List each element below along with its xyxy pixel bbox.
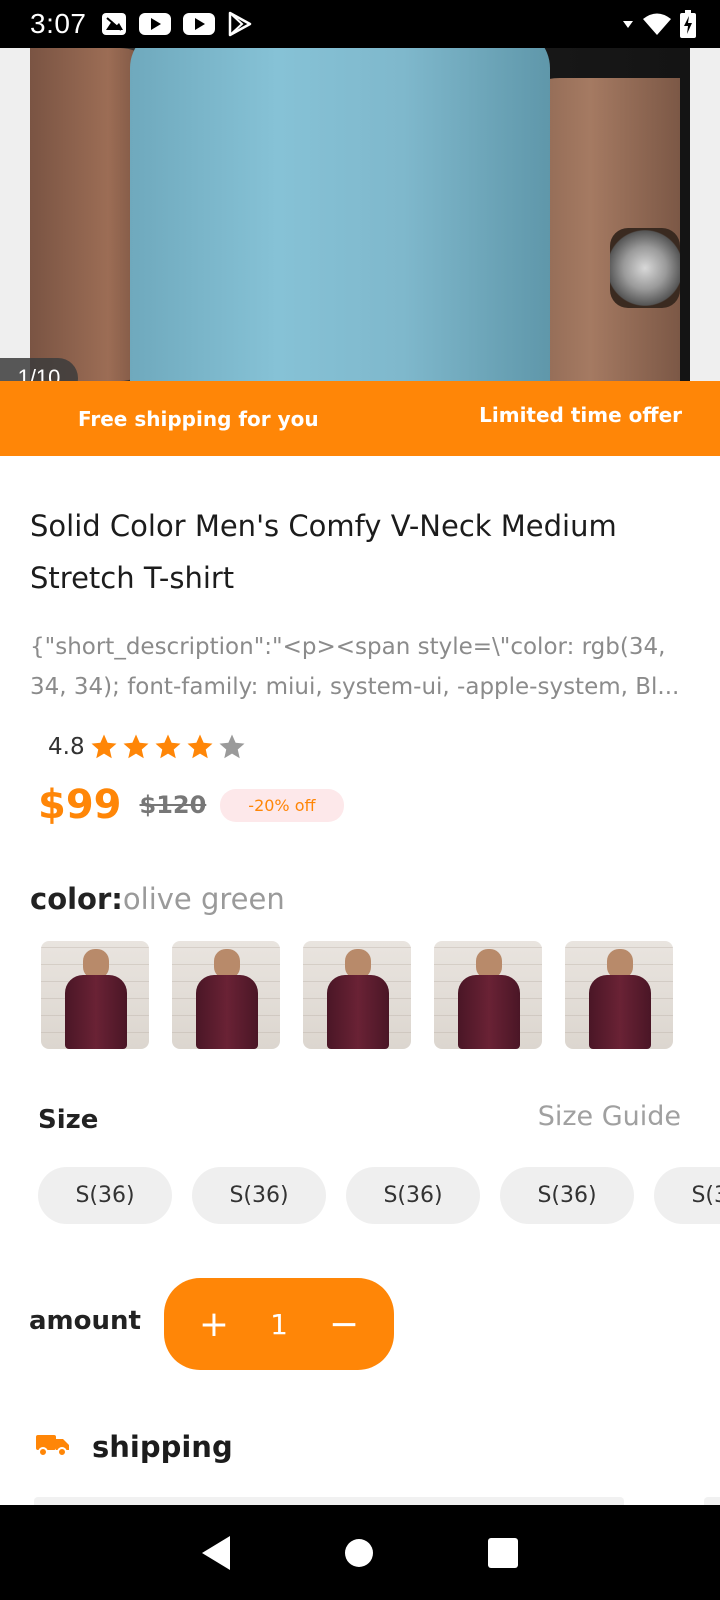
description-line-2: 34, 34); font-family: miui, system-ui, -…: [30, 674, 680, 700]
color-swatch[interactable]: [303, 941, 411, 1049]
gallery-icon: [101, 12, 127, 36]
battery-charging-icon: [680, 10, 696, 38]
product-description: {"short_description":"<p><span style=\"c…: [30, 627, 720, 709]
back-icon[interactable]: [202, 1535, 230, 1570]
promo-free-shipping: Free shipping for you: [78, 407, 319, 431]
star-filled-icon: [89, 732, 119, 762]
color-selector-label: color:olive green: [30, 882, 285, 916]
system-icons: [622, 10, 696, 38]
rating-value: 4.8: [48, 734, 85, 760]
home-icon[interactable]: [345, 1538, 373, 1567]
play-store-icon: [227, 11, 253, 37]
star-filled-icon: [185, 732, 215, 762]
product-rating: 4.8: [48, 732, 249, 762]
photo-shirt: [130, 48, 550, 381]
color-swatch[interactable]: [172, 941, 280, 1049]
promo-limited-offer: Limited time offer: [479, 403, 682, 427]
next-card-edge: [704, 1497, 720, 1505]
color-swatch[interactable]: [41, 941, 149, 1049]
size-option[interactable]: S(36): [192, 1167, 326, 1224]
clock: 3:07: [30, 8, 87, 39]
product-photo: [30, 48, 690, 381]
size-option[interactable]: S(36): [654, 1167, 720, 1224]
shipping-card-edge: [34, 1497, 624, 1505]
truck-icon: [36, 1432, 70, 1462]
size-option[interactable]: S(36): [500, 1167, 634, 1224]
shipping-section[interactable]: shipping: [36, 1430, 233, 1464]
original-price: $120: [139, 791, 207, 819]
recent-apps-icon[interactable]: [488, 1537, 518, 1568]
current-price: $99: [38, 782, 122, 828]
color-label-text: color:: [30, 882, 123, 916]
star-filled-icon: [153, 732, 183, 762]
size-label: Size: [38, 1105, 99, 1135]
color-swatch[interactable]: [434, 941, 542, 1049]
promo-banner: Free shipping for you Limited time offer: [0, 381, 720, 456]
size-option[interactable]: S(36): [346, 1167, 480, 1224]
rating-stars: [89, 732, 249, 762]
quantity-value: 1: [270, 1307, 288, 1341]
amount-label: amount: [29, 1306, 141, 1336]
youtube-icon: [138, 13, 171, 35]
star-empty-icon: [217, 732, 247, 762]
status-bar: 3:07: [0, 0, 720, 48]
color-swatches: [41, 941, 673, 1049]
product-image-carousel[interactable]: 1/10: [0, 48, 720, 381]
star-filled-icon: [121, 732, 151, 762]
photo-watch: [610, 228, 680, 308]
signal-arrow-icon: [622, 18, 634, 30]
decrease-quantity-button[interactable]: −: [316, 1296, 372, 1352]
price-row: $99 $120 -20% off: [38, 782, 344, 828]
color-swatch[interactable]: [565, 941, 673, 1049]
system-navigation-bar: [0, 1505, 720, 1600]
product-title: Solid Color Men's Comfy V-Neck Medium St…: [30, 509, 617, 595]
shipping-label: shipping: [92, 1430, 233, 1464]
description-line-1: {"short_description":"<p><span style=\"c…: [30, 634, 666, 660]
increase-quantity-button[interactable]: +: [186, 1296, 242, 1352]
size-option[interactable]: S(36): [38, 1167, 172, 1224]
wifi-icon: [642, 12, 672, 36]
discount-badge: -20% off: [220, 788, 344, 822]
size-options: S(36) S(36) S(36) S(36) S(36): [38, 1167, 720, 1224]
selected-color: olive green: [122, 882, 285, 916]
quantity-stepper: + 1 −: [164, 1278, 394, 1370]
size-guide-link[interactable]: Size Guide: [538, 1101, 681, 1132]
image-counter: 1/10: [0, 358, 78, 381]
notification-icons: [101, 11, 253, 37]
youtube-icon: [182, 13, 215, 35]
